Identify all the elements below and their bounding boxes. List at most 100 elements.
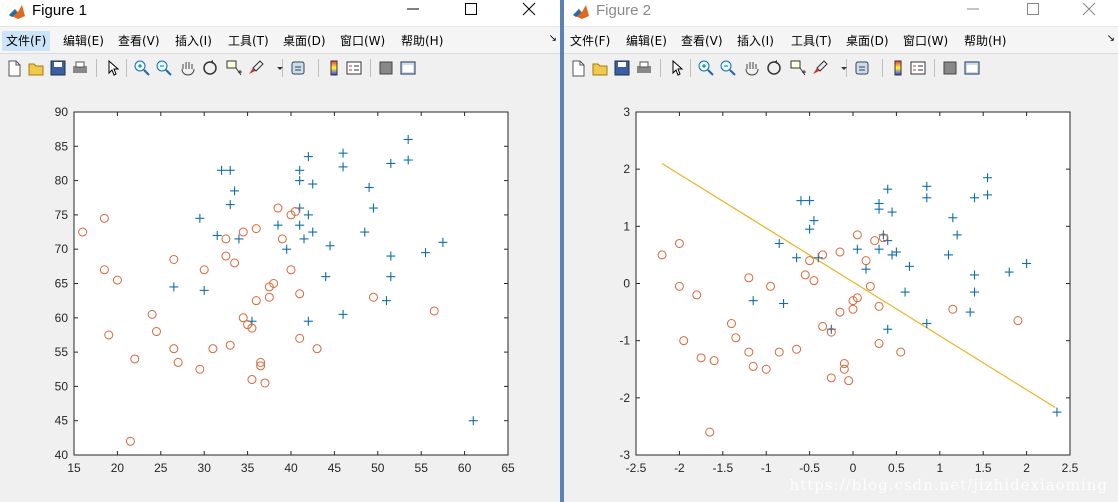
menu-help[interactable]: 帮助(H) [397,31,447,51]
show-plot-tools-button[interactable] [398,58,418,78]
brush-dropdown-button[interactable] [270,58,290,78]
zoom-in-icon [134,60,150,76]
open-file-icon [28,63,44,76]
maximize-button[interactable] [1010,0,1056,20]
insert-colorbar-button[interactable] [888,58,908,78]
toolbar-separator [660,59,661,77]
menu-insert[interactable]: 插入(I) [733,31,778,51]
minimize-button[interactable] [390,0,436,20]
open-file-button[interactable] [590,58,610,78]
menu-edit[interactable]: 编辑(E) [622,31,671,51]
toolbar-separator [318,59,319,77]
hide-plot-tools-button[interactable] [376,58,396,78]
menu-tools[interactable]: 工具(T) [224,31,273,51]
link-plot-button[interactable] [852,58,872,78]
close-button[interactable] [506,0,552,20]
scatter-plot-figure-1[interactable]: 15 20 25 30 35 40 45 50 55 60 65 40 45 50 55 60 65 70 75 80… [0,82,560,502]
brush-button[interactable] [810,58,830,78]
x-tick-label: 30 [198,461,212,475]
plot-canvas[interactable]: -2.5 -2 -1.5 -1 -0.5 0 0.5 1 1.5 2 2.5 -3 -2 -1 0 1 2 3 h… [564,82,1118,502]
menu-overflow-icon[interactable]: ↘ [549,33,557,44]
title-bar[interactable]: Figure 1 [0,0,560,27]
figure-toolbar [0,53,560,83]
brush-dropdown-button[interactable] [834,58,854,78]
menu-help[interactable]: 帮助(H) [960,31,1010,51]
zoom-in-button[interactable] [132,58,152,78]
scatter-plot-figure-2[interactable]: -2.5 -2 -1.5 -1 -0.5 0 0.5 1 1.5 2 2.5 -3 -2 -1 0 1 2 3 [564,82,1118,502]
x-tick-label: 25 [154,461,168,475]
new-figure-button[interactable] [568,58,588,78]
y-tick-label: -1 [619,334,630,348]
figure-toolbar [564,53,1118,83]
x-tick-label: 2 [1023,461,1030,475]
axes-box [73,111,509,456]
hide-plot-tools-button[interactable] [940,58,960,78]
pan-hand-icon [181,62,195,76]
menu-desktop[interactable]: 桌面(D) [842,31,893,51]
zoom-out-button[interactable] [718,58,738,78]
open-file-button[interactable] [26,58,46,78]
menu-overflow-icon[interactable]: ↘ [1107,33,1115,44]
x-tick-label: -0.5 [799,461,820,475]
watermark: https://blog.csdn.net/jizhidexiaoming [789,476,1108,494]
link-plot-button[interactable] [288,58,308,78]
minimize-icon [407,8,419,10]
menu-view[interactable]: 查看(V) [677,31,727,51]
x-tick-label: 50 [371,461,385,475]
x-tick-label: -1 [761,461,772,475]
pan-hand-button[interactable] [178,58,198,78]
insert-legend-button[interactable] [344,58,364,78]
print-button[interactable] [70,58,90,78]
maximize-button[interactable] [448,0,494,20]
hide-plot-tools-icon [379,61,393,75]
close-icon [1082,2,1096,16]
menu-insert[interactable]: 插入(I) [171,31,216,51]
menu-file[interactable]: 文件(F) [566,31,614,51]
edit-plot-arrow-icon [672,59,684,76]
insert-legend-icon [346,61,362,75]
pan-hand-button[interactable] [742,58,762,78]
show-plot-tools-button[interactable] [962,58,982,78]
rotate-3d-button[interactable] [200,58,220,78]
y-tick-label: 90 [55,105,69,119]
close-button[interactable] [1066,0,1112,20]
link-plot-icon [291,61,305,75]
axes-box [635,111,1071,456]
rotate-3d-button[interactable] [764,58,784,78]
data-cursor-icon [790,60,806,76]
menu-window[interactable]: 窗口(W) [899,31,952,51]
menu-view[interactable]: 查看(V) [114,31,164,51]
data-cursor-button[interactable] [788,58,808,78]
print-button[interactable] [634,58,654,78]
save-button[interactable] [612,58,632,78]
show-plot-tools-icon [964,61,980,75]
menu-window[interactable]: 窗口(W) [336,31,389,51]
y-tick-label: 40 [55,448,69,462]
title-bar[interactable]: Figure 2 [564,0,1118,27]
new-figure-button[interactable] [4,58,24,78]
x-tick-label: 40 [284,461,298,475]
insert-legend-button[interactable] [908,58,928,78]
brush-button[interactable] [246,58,266,78]
zoom-out-button[interactable] [154,58,174,78]
y-tick-label: 45 [55,414,69,428]
edit-plot-arrow-button[interactable] [102,58,122,78]
save-button[interactable] [48,58,68,78]
y-tick-label: 2 [623,162,630,176]
insert-legend-icon [910,61,926,75]
plot-canvas[interactable]: 15 20 25 30 35 40 45 50 55 60 65 40 45 50 55 60 65 70 75 80… [0,82,560,502]
edit-plot-arrow-button[interactable] [666,58,686,78]
menu-file[interactable]: 文件(F) [2,31,51,51]
figure-2-window: Figure 2 文件(F) 编辑(E) 查看(V) 插入(I) 工具(T) 桌… [564,0,1118,502]
menu-edit[interactable]: 编辑(E) [59,31,108,51]
menu-tools[interactable]: 工具(T) [787,31,836,51]
y-tick-label: 50 [55,379,69,393]
minimize-button[interactable] [950,0,996,20]
zoom-in-button[interactable] [696,58,716,78]
insert-colorbar-button[interactable] [324,58,344,78]
data-cursor-button[interactable] [224,58,244,78]
menu-desktop[interactable]: 桌面(D) [279,31,330,51]
brush-icon [813,60,828,74]
zoom-out-icon [156,60,172,76]
rotate-3d-icon [767,60,781,75]
